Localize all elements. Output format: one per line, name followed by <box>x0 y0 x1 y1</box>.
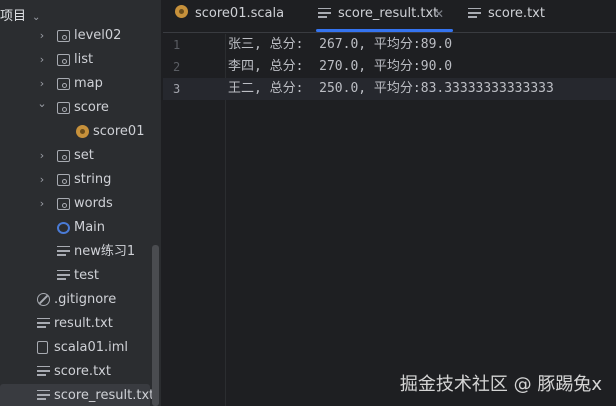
tree-item-label: score.txt <box>54 364 111 379</box>
tree-item-label: .gitignore <box>54 292 117 307</box>
tab-score-result-txt[interactable]: score_result.txt ✕ <box>316 0 453 32</box>
tree-item-label: string <box>74 172 112 187</box>
chevron-right-icon[interactable]: › <box>37 48 47 72</box>
tree-item-label: new练习1 <box>74 244 136 259</box>
module-file-icon <box>37 341 48 354</box>
code-line-current[interactable]: 3 王二, 总分: 250.0, 平均分:83.33333333333333 <box>163 78 616 100</box>
text-file-icon <box>468 8 481 18</box>
project-title: 项目 <box>0 9 27 24</box>
chevron-right-icon[interactable]: › <box>37 192 47 216</box>
chevron-right-icon[interactable]: › <box>37 144 47 168</box>
text-file-icon <box>57 246 70 256</box>
tree-item[interactable]: › set <box>0 144 150 168</box>
folder-icon <box>57 30 70 42</box>
chevron-right-icon[interactable]: › <box>37 168 47 192</box>
sidebar-scrollbar[interactable] <box>152 245 159 406</box>
line-text: 张三, 总分: 267.0, 平均分:89.0 <box>228 37 453 52</box>
gitignore-icon <box>37 293 50 306</box>
chevron-down-icon[interactable]: ⌄ <box>32 12 40 23</box>
line-number: 1 <box>173 38 181 52</box>
text-file-icon <box>37 318 50 328</box>
folder-icon <box>57 54 70 66</box>
tree-item[interactable]: › map <box>0 72 150 96</box>
text-file-icon <box>318 8 331 18</box>
tree-item[interactable]: › level02 <box>0 24 150 48</box>
code-line[interactable]: 2 李四, 总分: 270.0, 平均分:90.0 <box>163 56 616 78</box>
tree-item[interactable]: › words <box>0 192 150 216</box>
chevron-down-icon[interactable]: ⌄ <box>37 92 47 116</box>
active-tab-indicator <box>316 29 453 32</box>
folder-icon <box>57 174 70 186</box>
folder-icon <box>57 198 70 210</box>
tree-item-label: test <box>74 268 99 283</box>
tab-label: score01.scala <box>195 6 285 21</box>
tree-item-label: score <box>74 100 109 115</box>
tree-item-label: level02 <box>74 28 122 43</box>
tree-item[interactable]: test <box>0 264 150 288</box>
line-text: 王二, 总分: 250.0, 平均分:83.33333333333333 <box>228 81 554 96</box>
folder-icon <box>57 102 70 114</box>
tree-item-label: list <box>74 52 94 67</box>
close-icon[interactable]: ✕ <box>434 0 444 28</box>
tree-item-label: Main <box>74 220 106 235</box>
tree-item-label: score_result.txt <box>54 388 155 403</box>
line-number: 2 <box>173 60 181 74</box>
tree-item[interactable]: scala01.iml <box>0 336 150 360</box>
tree-item[interactable]: score_result.txt <box>0 384 154 406</box>
folder-icon <box>57 150 70 162</box>
editor-tabs: score01.scala score_result.txt ✕ score.tx… <box>163 0 616 33</box>
text-file-icon <box>37 390 50 400</box>
tab-label: score_result.txt <box>338 6 439 21</box>
scala-icon <box>175 5 188 18</box>
project-sidebar: 项目 ⌄ › level02 › list › map ⌄ score score01 › set › s… <box>0 0 162 406</box>
tree-item-label: words <box>74 196 113 211</box>
tree-item[interactable]: new练习1 <box>0 240 150 264</box>
tree-item[interactable]: › string <box>0 168 150 192</box>
tree-item-label: result.txt <box>54 316 113 331</box>
text-file-icon <box>37 366 50 376</box>
editor[interactable]: 1 张三, 总分: 267.0, 平均分:89.0 2 李四, 总分: 270.0,… <box>163 34 616 406</box>
tab-label: score.txt <box>488 6 545 21</box>
scala-icon <box>76 125 89 138</box>
watermark: 掘金技术社区 @ 豚踢兔x <box>399 374 602 395</box>
tree-item[interactable]: score.txt <box>0 360 150 384</box>
tree-item-label: set <box>74 148 94 163</box>
code-line[interactable]: 1 张三, 总分: 267.0, 平均分:89.0 <box>163 34 616 56</box>
tree-item-label: scala01.iml <box>54 340 129 355</box>
line-number: 3 <box>173 82 181 96</box>
chevron-right-icon[interactable]: › <box>37 24 47 48</box>
tree-item[interactable]: .gitignore <box>0 288 150 312</box>
tree-item[interactable]: score01 <box>0 120 150 144</box>
tree-item[interactable]: result.txt <box>0 312 150 336</box>
line-text: 李四, 总分: 270.0, 平均分:90.0 <box>228 59 453 74</box>
tree-item-label: map <box>74 76 103 91</box>
tree-item[interactable]: ⌄ score <box>0 96 150 120</box>
tree-item[interactable]: Main <box>0 216 150 240</box>
main-class-icon <box>57 222 70 234</box>
tree-item[interactable]: › list <box>0 48 150 72</box>
text-file-icon <box>57 270 70 280</box>
folder-icon <box>57 78 70 90</box>
tree-item-label: score01 <box>93 124 145 139</box>
